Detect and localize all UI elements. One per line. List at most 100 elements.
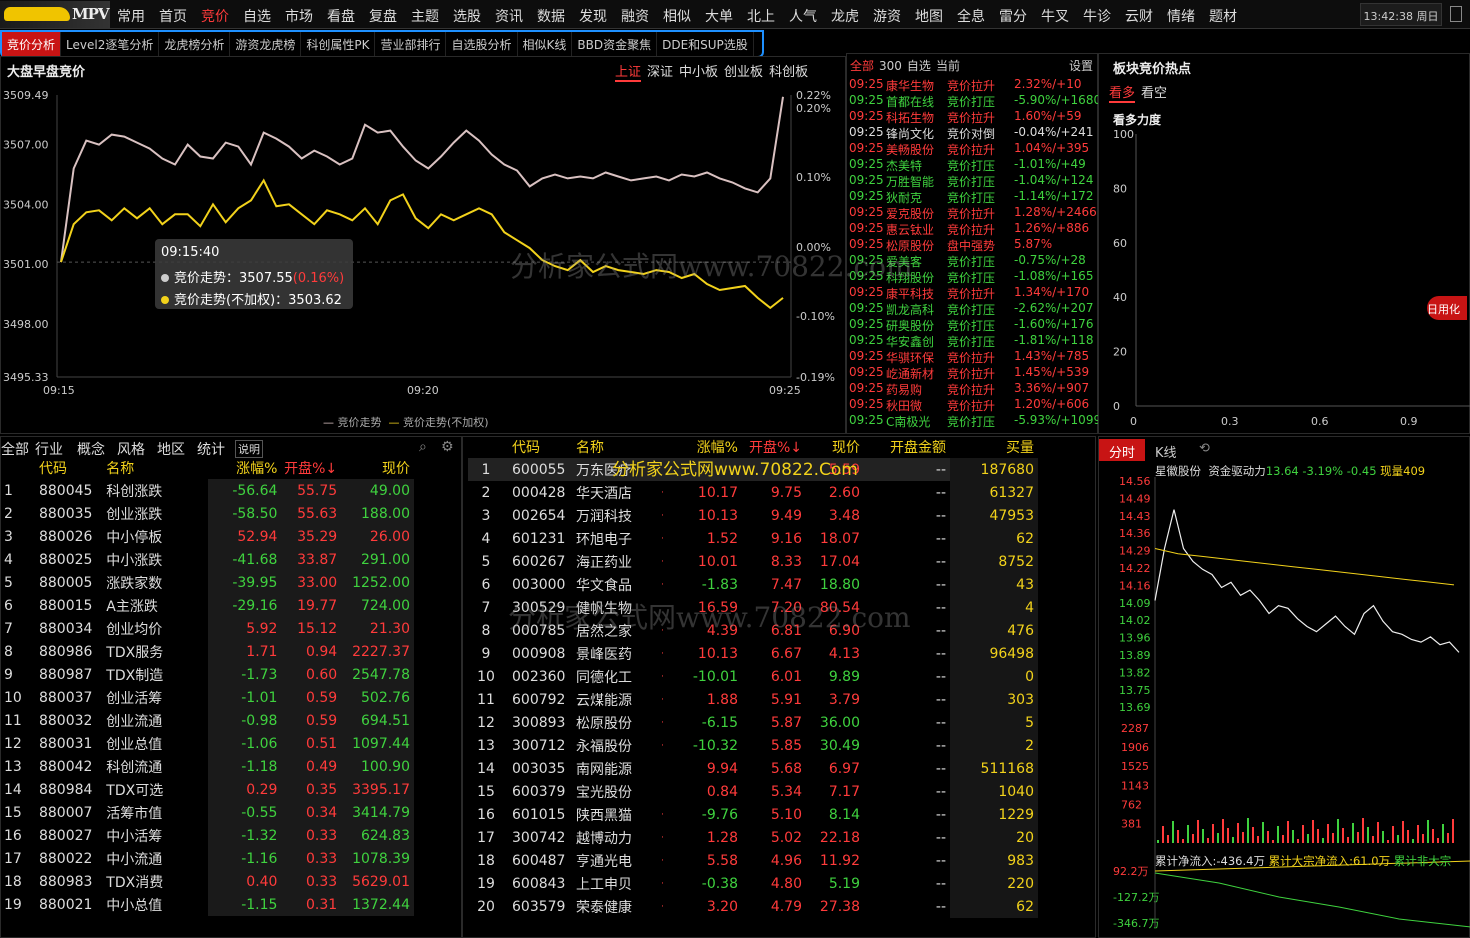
auction-row[interactable]: 09:25 美畅股份 竞价拉升 1.04%/+395 [849,141,1094,157]
table-row[interactable]: 12 300893 松原股份 · -6.15 5.87 36.00 -- 5 [468,711,1038,734]
sector-header-6[interactable]: 现价 [341,457,414,479]
menu-item-10[interactable]: 数据 [530,0,572,29]
hot-chart[interactable]: 100 80 60 40 20 00 0.3 0.6 0.9 [1099,54,1470,435]
auction-row[interactable]: 09:25 惠云钛业 竞价拉升 1.26%/+886 [849,221,1094,237]
table-row[interactable]: 4 880025 中小涨跌 -41.68 33.87 291.00 [0,548,414,571]
table-row[interactable]: 4 601231 环旭电子 · 1.52 9.16 18.07 -- 62 [468,527,1038,550]
subnav-item-1[interactable]: Level2逐笔分析 [61,32,160,56]
menu-item-26[interactable]: 题材 [1202,0,1244,29]
sector-header-3[interactable] [195,457,208,479]
auction-row[interactable]: 09:25 凯龙高科 竞价打压 -2.62%/+207 [849,301,1094,317]
auction-row[interactable]: 09:25 C南极光 竞价打压 -5.93%/+1099 [849,413,1101,429]
window-button[interactable] [1450,6,1462,22]
table-row[interactable]: 12 880031 创业总值 -1.06 0.51 1097.44 [0,732,414,755]
auction-row[interactable]: 09:25 科拓生物 竞价拉升 1.60%/+59 [849,109,1094,125]
search-icon[interactable]: ⌕ [419,439,427,455]
table-row[interactable]: 10 002360 同德化工 · -10.01 6.01 9.89 -- 0 [468,665,1038,688]
table-row[interactable]: 5 600267 海正药业 · 10.01 8.33 17.04 -- 8752 [468,550,1038,573]
table-row[interactable]: 9 000908 景峰医药 · 10.13 6.67 4.13 -- 96498 [468,642,1038,665]
auction-row[interactable]: 09:25 康平科技 竞价拉升 1.34%/+170 [849,285,1094,301]
auction-row[interactable]: 09:25 药易购 竞价拉升 3.36%/+907 [849,381,1094,397]
menu-item-20[interactable]: 全息 [950,0,992,29]
stock-header-7[interactable]: 开盘金额 [864,436,950,458]
stock-header-0[interactable] [468,436,508,458]
table-row[interactable]: 11 600792 云煤能源 · 1.88 5.91 3.79 -- 303 [468,688,1038,711]
sector-tab-0[interactable]: 全部 [1,439,29,459]
subnav-item-2[interactable]: 龙虎榜分析 [159,32,231,56]
auction-row[interactable]: 09:25 华骐环保 竞价拉升 1.43%/+785 [849,349,1094,365]
table-row[interactable]: 17 880022 中小流通 -1.16 0.33 1078.39 [0,847,414,870]
list-tab-0[interactable]: 全部 [850,59,874,73]
table-row[interactable]: 18 880983 TDX消费 0.40 0.33 5629.01 [0,870,414,893]
sector-header-5[interactable]: 开盘%↓ [281,457,341,479]
menu-item-11[interactable]: 发现 [572,0,614,29]
menu-item-18[interactable]: 游资 [866,0,908,29]
stock-header-1[interactable]: 代码 [508,436,572,458]
table-row[interactable]: 9 880987 TDX制造 -1.73 0.60 2547.78 [0,663,414,686]
auction-row[interactable]: 09:25 锋尚文化 竞价对倒 -0.04%/+241 [849,125,1094,141]
menu-item-16[interactable]: 人气 [782,0,824,29]
auction-row[interactable]: 09:25 杰美特 竞价打压 -1.01%/+49 [849,157,1094,173]
menu-item-1[interactable]: 首页 [152,0,194,29]
table-row[interactable]: 15 600379 宝光股份 0.84 5.34 7.17 -- 1040 [468,780,1038,803]
table-row[interactable]: 20 603579 荣泰健康 · 3.20 4.79 27.38 -- 62 [468,895,1038,918]
auction-row[interactable]: 09:25 屹通新材 竞价拉升 1.45%/+539 [849,365,1094,381]
sector-tab-1[interactable]: 行业 [35,439,63,459]
table-row[interactable]: 11 880032 创业流通 -0.98 0.59 694.51 [0,709,414,732]
menu-item-9[interactable]: 资讯 [488,0,530,29]
menu-item-3[interactable]: 自选 [236,0,278,29]
menu-item-5[interactable]: 看盘 [320,0,362,29]
app-logo[interactable]: MPV [0,1,110,28]
table-row[interactable]: 5 880005 涨跌家数 -39.95 33.00 1252.00 [0,571,414,594]
table-row[interactable]: 13 300712 永福股份 · -10.32 5.85 30.49 -- 2 [468,734,1038,757]
table-row[interactable]: 10 880037 创业活筹 -1.01 0.59 502.76 [0,686,414,709]
sector-tab-2[interactable]: 概念 [77,439,105,459]
auction-row[interactable]: 09:25 秋田微 竞价拉升 1.20%/+606 [849,397,1094,413]
sector-header-0[interactable] [0,457,35,479]
table-row[interactable]: 6 003000 华文食品 · -1.83 7.47 18.80 -- 43 [468,573,1038,596]
sector-tab-3[interactable]: 风格 [117,439,145,459]
table-row[interactable]: 17 300742 越博动力 · 1.28 5.02 22.18 -- 20 [468,826,1038,849]
subnav-item-5[interactable]: 营业部排行 [375,32,447,56]
menu-item-17[interactable]: 龙虎 [824,0,866,29]
menu-item-6[interactable]: 复盘 [362,0,404,29]
auction-row[interactable]: 09:25 万胜智能 竞价打压 -1.04%/+124 [849,173,1094,189]
table-row[interactable]: 3 002654 万润科技 · 10.13 9.49 3.48 -- 47953 [468,504,1038,527]
menu-item-0[interactable]: 常用 [110,0,152,29]
table-row[interactable]: 2 000428 华天酒店 · 10.17 9.75 2.60 -- 61327 [468,481,1038,504]
list-tab-2[interactable]: 自选 [907,59,931,73]
list-tab-1[interactable]: 300 [879,59,902,73]
subnav-item-9[interactable]: DDE和SUP选股 [657,32,754,56]
table-row[interactable]: 15 880007 活筹市值 -0.55 0.34 3414.79 [0,801,414,824]
menu-item-7[interactable]: 主题 [404,0,446,29]
sector-tab-5[interactable]: 统计 [197,439,225,459]
gear-icon[interactable]: ⚙ [441,439,454,455]
menu-item-25[interactable]: 情绪 [1160,0,1202,29]
subnav-item-6[interactable]: 自选股分析 [446,32,518,56]
table-row[interactable]: 14 003035 南网能源 9.94 5.68 6.97 -- 511168 [468,757,1038,780]
table-row[interactable]: 16 880027 中小活筹 -1.32 0.33 624.83 [0,824,414,847]
table-row[interactable]: 19 880021 中小总值 -1.15 0.31 1372.44 [0,893,414,916]
menu-item-4[interactable]: 市场 [278,0,320,29]
subnav-item-7[interactable]: 相似K线 [518,32,573,56]
table-row[interactable]: 2 880035 创业涨跌 -58.50 55.63 188.00 [0,502,414,525]
menu-item-22[interactable]: 牛叉 [1034,0,1076,29]
menu-item-8[interactable]: 选股 [446,0,488,29]
menu-item-23[interactable]: 牛诊 [1076,0,1118,29]
sector-tab-4[interactable]: 地区 [157,439,185,459]
auction-row[interactable]: 09:25 狄耐克 竞价打压 -1.14%/+172 [849,189,1094,205]
table-row[interactable]: 3 880026 中小停板 52.94 35.29 26.00 [0,525,414,548]
auction-row[interactable]: 09:25 华安鑫创 竞价打压 -1.81%/+118 [849,333,1094,349]
menu-item-21[interactable]: 雷分 [992,0,1034,29]
table-row[interactable]: 16 601015 陕西黑猫 · -9.76 5.10 8.14 -- 1229 [468,803,1038,826]
table-row[interactable]: 14 880984 TDX可选 0.29 0.35 3395.17 [0,778,414,801]
settings-button[interactable]: 设置 [1069,57,1093,74]
menu-item-2[interactable]: 竞价 [194,0,236,29]
sector-header-4[interactable]: 涨幅% [208,457,281,479]
table-row[interactable]: 18 600487 亨通光电 · 5.58 4.96 11.92 -- 983 [468,849,1038,872]
subnav-item-4[interactable]: 科创属性PK [301,32,376,56]
menu-item-24[interactable]: 云财 [1118,0,1160,29]
subnav-item-3[interactable]: 游资龙虎榜 [230,32,302,56]
sector-header-2[interactable]: 名称 [102,457,195,479]
auction-row[interactable]: 09:25 爱克股份 竞价拉升 1.28%/+2466 [849,205,1097,221]
